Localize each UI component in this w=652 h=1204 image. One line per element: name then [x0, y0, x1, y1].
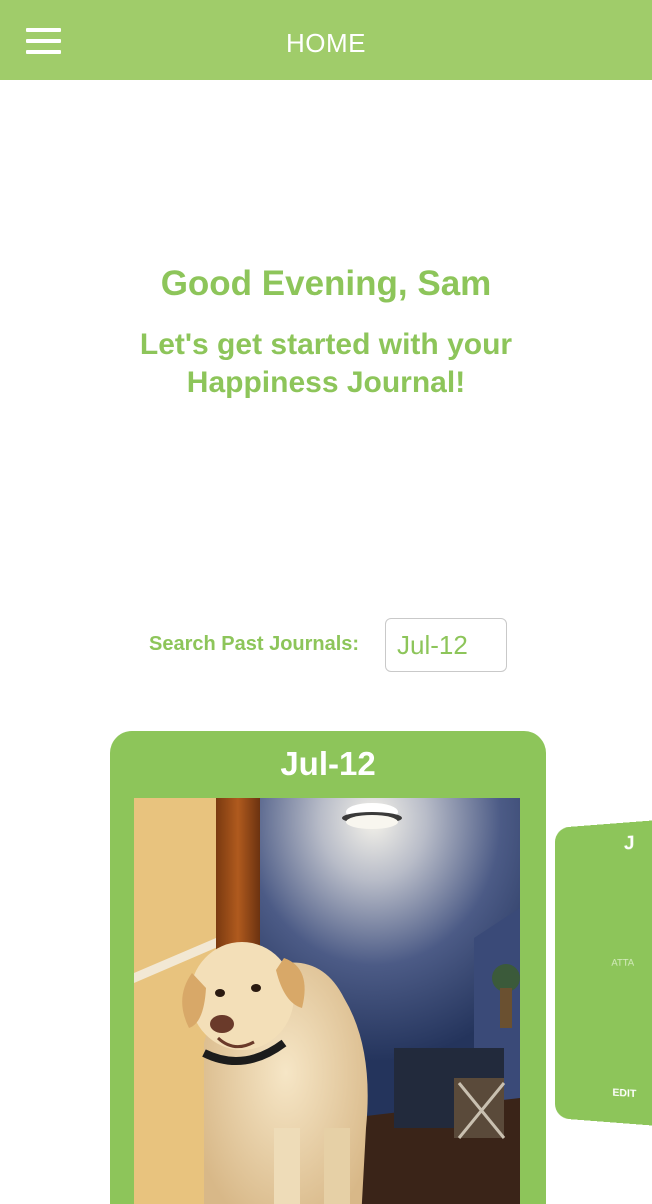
journal-card-next[interactable]: J ATTA EDIT [555, 819, 652, 1127]
top-app-bar: HOME [0, 0, 652, 80]
page-title: HOME [286, 28, 366, 58]
attach-label[interactable]: ATTA [611, 957, 634, 967]
search-input[interactable] [385, 618, 507, 672]
app-screen: HOME Good Evening, Sam Let's get started… [0, 0, 652, 1204]
greeting-heading: Good Evening, Sam [160, 264, 492, 303]
journal-photo [134, 798, 520, 1204]
journal-card-date: Jul-12 [280, 745, 376, 782]
journal-card-next-date: J [623, 832, 635, 854]
search-label: Search Past Journals: [149, 633, 360, 655]
edit-button[interactable]: EDIT [612, 1087, 636, 1100]
greeting-subtitle: Let's get started with your Happiness Jo… [139, 328, 513, 399]
journal-card[interactable]: Jul-12 [110, 731, 546, 1204]
